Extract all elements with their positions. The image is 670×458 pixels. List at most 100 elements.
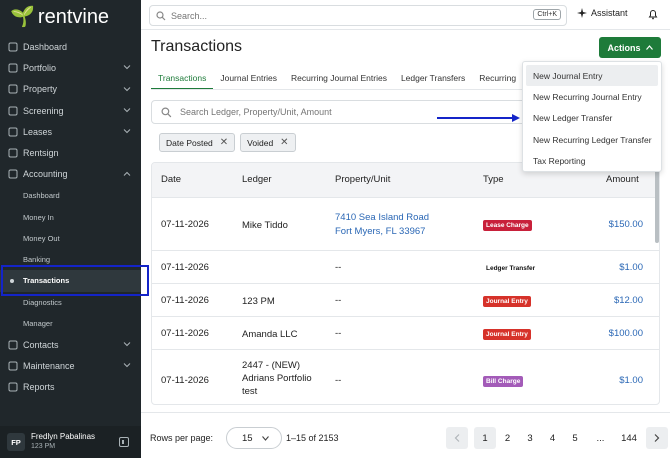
- rows-per-page-select[interactable]: 15: [226, 427, 282, 449]
- sidebar-item-label: Maintenance: [23, 361, 75, 372]
- sidebar-item-dashboard[interactable]: Dashboard: [0, 36, 141, 57]
- cell-property-unit: --: [335, 262, 341, 273]
- sidebar-item-label: Portfolio: [23, 62, 57, 73]
- type-badge: Ledger Transfer: [486, 265, 536, 272]
- cell-amount[interactable]: $150.00: [609, 219, 643, 230]
- sidebar-item-property[interactable]: Property: [0, 79, 141, 100]
- menu-item-new-journal-entry[interactable]: New Journal Entry: [526, 65, 658, 87]
- column-date[interactable]: Date: [161, 174, 181, 185]
- table-row[interactable]: 07-11-2026 -- Ledger Transfer $1.00: [152, 250, 659, 283]
- page-button-144[interactable]: 144: [615, 427, 643, 449]
- sidebar-subitem-money-out[interactable]: Money Out: [0, 228, 141, 249]
- sidebar-item-portfolio[interactable]: Portfolio: [0, 57, 141, 78]
- tab-ledger-transfers[interactable]: Ledger Transfers: [394, 70, 472, 90]
- sidebar-item-label: Contacts: [23, 339, 59, 350]
- rentvine-logo[interactable]: 🌱 rentvine: [10, 5, 109, 29]
- collapse-sidebar-icon[interactable]: [119, 437, 129, 447]
- property-line: --: [335, 328, 342, 339]
- brand-name: rentvine: [37, 6, 110, 28]
- cell-amount[interactable]: $1.00: [619, 262, 643, 273]
- sidebar-item-maintenance[interactable]: Maintenance: [0, 355, 141, 376]
- user-panel[interactable]: FP Fredlyn Pabalinas 123 PM: [0, 426, 141, 458]
- menu-item-new-ledger-transfer[interactable]: New Ledger Transfer: [526, 108, 658, 129]
- annotation-arrow: [437, 117, 515, 119]
- assistant-button[interactable]: Assistant: [577, 8, 628, 18]
- sidebar: 🌱 rentvine Dashboard Portfolio Property Scr…: [0, 0, 149, 458]
- table-row[interactable]: 07-11-2026 Mike Tiddo 7410 Sea Island Road…: [152, 197, 659, 250]
- sidebar-item-leases[interactable]: Leases: [0, 121, 141, 142]
- table-row[interactable]: 07-11-2026 2447 - (NEW) Adrians Portfolio…: [152, 349, 659, 404]
- global-search[interactable]: Ctrl+K: [149, 5, 567, 26]
- type-badge: Bill Charge: [483, 376, 524, 387]
- sidebar-item-label: Accounting: [23, 169, 68, 180]
- table-footer: Rows per page: 15 1–15 of 2153 1 2 3 4 5... 1…: [141, 412, 670, 458]
- menu-item-new-recurring-ledger-transfer[interactable]: New Recurring Ledger Transfer: [526, 129, 658, 150]
- cell-property-unit[interactable]: 7410 Sea Island Road Fort Myers, FL 33967: [335, 211, 429, 239]
- cell-date: 07-11-2026: [161, 375, 209, 386]
- chart-icon: [8, 382, 18, 392]
- sidebar-item-label: Leases: [23, 126, 53, 137]
- cell-ledger: Amanda LLC: [242, 329, 298, 340]
- menu-item-new-recurring-journal-entry[interactable]: New Recurring Journal Entry: [526, 86, 658, 107]
- tabs: Transactions Journal Entries Recurring Jou…: [151, 70, 523, 90]
- actions-button[interactable]: Actions: [599, 37, 661, 58]
- cell-ledger: 123 PM: [242, 296, 275, 307]
- column-type[interactable]: Type: [483, 174, 504, 185]
- page-title: Transactions: [151, 38, 242, 55]
- global-search-input[interactable]: [171, 10, 501, 21]
- avatar: FP: [7, 433, 25, 451]
- table-row[interactable]: 07-11-2026 Amanda LLC -- Journal Entry $100.…: [152, 316, 659, 349]
- sidebar-item-accounting[interactable]: Accounting: [0, 164, 141, 185]
- table-scrollbar[interactable]: [655, 165, 659, 243]
- column-ledger[interactable]: Ledger: [242, 174, 272, 185]
- filter-chip-label: Voided: [247, 137, 274, 148]
- column-amount[interactable]: Amount: [606, 174, 639, 185]
- actions-menu: New Journal Entry New Recurring Journal E…: [522, 61, 662, 172]
- sidebar-subitem-dashboard[interactable]: Dashboard: [0, 185, 141, 206]
- type-badge: Lease Charge: [483, 220, 532, 231]
- tab-journal-entries[interactable]: Journal Entries: [213, 70, 284, 90]
- table-row[interactable]: 07-11-2026 123 PM -- Journal Entry $12.00: [152, 283, 659, 316]
- tab-recurring-journal-entries[interactable]: Recurring Journal Entries: [284, 70, 394, 90]
- contacts-icon: [8, 340, 18, 350]
- bell-icon[interactable]: [647, 8, 659, 20]
- sidebar-subitem-money-in[interactable]: Money In: [0, 206, 141, 227]
- cell-property-unit: --: [335, 328, 341, 339]
- actions-label: Actions: [607, 42, 641, 53]
- cell-ledger: Mike Tiddo: [242, 220, 288, 231]
- cell-amount[interactable]: $100.00: [609, 328, 643, 339]
- property-line: 7410 Sea Island Road: [335, 212, 430, 223]
- cell-date: 07-11-2026: [161, 262, 209, 273]
- ledger-icon: [8, 169, 18, 179]
- page-button-3[interactable]: 3: [519, 427, 541, 449]
- page-button-1[interactable]: 1: [474, 427, 496, 449]
- sidebar-subitem-manager[interactable]: Manager: [0, 313, 141, 334]
- pagination-ellipsis: ...: [596, 432, 605, 444]
- user-check-icon: [8, 106, 18, 116]
- rentvine-logo-icon: 🌱: [10, 6, 35, 28]
- close-icon[interactable]: ✕: [220, 137, 228, 148]
- next-page-button[interactable]: [645, 427, 668, 449]
- cell-amount[interactable]: $12.00: [614, 295, 643, 306]
- tab-recurring[interactable]: Recurring: [472, 70, 523, 90]
- cell-amount[interactable]: $1.00: [619, 375, 643, 386]
- sidebar-item-reports[interactable]: Reports: [0, 377, 141, 398]
- transactions-search-input[interactable]: [180, 107, 480, 117]
- column-property-unit[interactable]: Property/Unit: [335, 174, 390, 185]
- pagination: 1 2 3 4 5... 144: [446, 427, 668, 449]
- sidebar-item-rentsign[interactable]: Rentsign: [0, 142, 141, 163]
- document-icon: [8, 127, 18, 137]
- page-button-4[interactable]: 4: [542, 427, 564, 449]
- topbar: Ctrl+K Assistant: [141, 0, 670, 30]
- page-button-5[interactable]: 5: [564, 427, 586, 449]
- wrench-icon: [8, 361, 18, 371]
- sidebar-item-screening[interactable]: Screening: [0, 100, 141, 121]
- page-button-2[interactable]: 2: [497, 427, 519, 449]
- sidebar-item-contacts[interactable]: Contacts: [0, 334, 141, 355]
- tab-transactions[interactable]: Transactions: [151, 70, 214, 90]
- previous-page-button[interactable]: [446, 427, 468, 449]
- filter-chip-date-posted[interactable]: Date Posted ✕: [159, 133, 236, 152]
- menu-item-tax-reporting[interactable]: Tax Reporting: [526, 150, 658, 171]
- filter-chip-voided[interactable]: Voided ✕: [240, 133, 296, 152]
- close-icon[interactable]: ✕: [280, 137, 288, 148]
